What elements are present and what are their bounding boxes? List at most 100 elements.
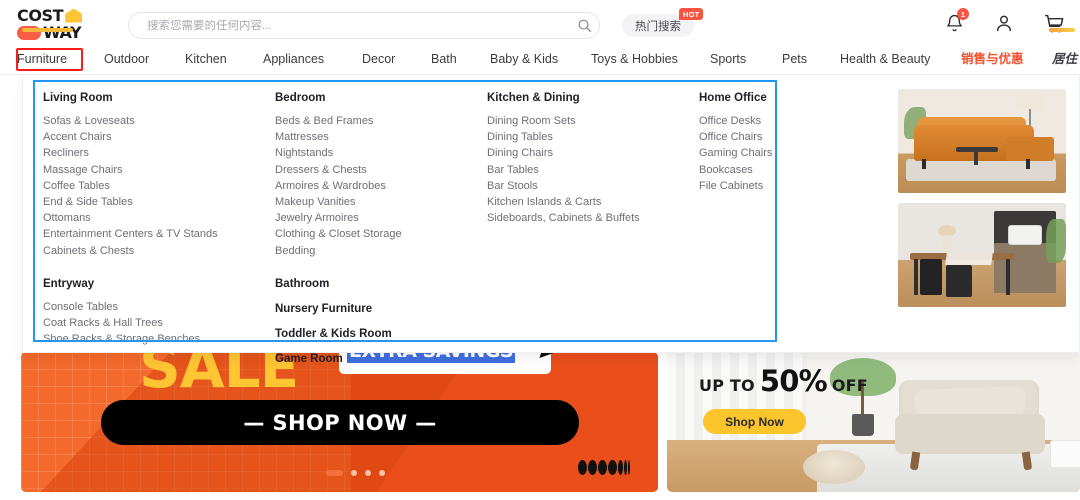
blob xyxy=(624,460,627,475)
active-nav-underline xyxy=(22,28,73,32)
mega-menu-column-2: Bedroom Beds & Bed Frames Mattresses Nights… xyxy=(275,91,487,377)
category-link[interactable]: Coat Racks & Hall Trees xyxy=(43,315,275,331)
carousel-dot-4[interactable] xyxy=(379,470,385,476)
carousel-dot-2[interactable] xyxy=(351,470,357,476)
category-link[interactable]: Office Desks xyxy=(699,113,859,129)
category-link[interactable]: Bar Tables xyxy=(487,162,699,178)
table-runner xyxy=(945,253,993,265)
discount-percent-label: 50% xyxy=(759,364,828,398)
logo-text-cost: COST xyxy=(17,6,64,25)
logo-house-roof-icon xyxy=(65,8,83,23)
carousel-dots[interactable] xyxy=(326,470,385,476)
carousel-dot-1[interactable] xyxy=(326,470,343,476)
plant-decor xyxy=(1046,219,1066,263)
secondary-nav-underline xyxy=(1049,28,1075,32)
category-link[interactable]: Kitchen Islands & Carts xyxy=(487,194,699,210)
category-title-nursery-furniture[interactable]: Nursery Furniture xyxy=(275,302,487,316)
category-link[interactable]: Console Tables xyxy=(43,299,275,315)
logo-top-row: COST xyxy=(17,6,103,25)
nav-item-furniture[interactable]: Furniture xyxy=(17,51,67,67)
nav-item-outdoor[interactable]: Outdoor xyxy=(104,51,149,67)
category-link[interactable]: Bookcases xyxy=(699,162,859,178)
site-header: COST WAY 热门搜索 HOT xyxy=(0,0,1080,47)
category-link[interactable]: Recliners xyxy=(43,145,275,161)
armchair-seat xyxy=(895,414,1045,454)
notifications-button[interactable]: 1 xyxy=(942,8,969,35)
category-link[interactable]: Clothing & Closet Storage xyxy=(275,226,487,242)
coffee-table-leg xyxy=(974,151,978,165)
category-link[interactable]: Dressers & Chests xyxy=(275,162,487,178)
blob xyxy=(578,460,587,475)
nav-item-pets[interactable]: Pets xyxy=(782,51,807,67)
category-link[interactable]: Dining Chairs xyxy=(487,145,699,161)
category-title-bathroom[interactable]: Bathroom xyxy=(275,277,487,291)
category-link[interactable]: Shoe Racks & Storage Benches xyxy=(43,331,275,347)
sofa-leg-left xyxy=(922,159,926,169)
blob xyxy=(588,460,597,475)
nav-item-sports[interactable]: Sports xyxy=(710,51,746,67)
category-link[interactable]: Armoires & Wardrobes xyxy=(275,178,487,194)
category-title-kitchen-dining[interactable]: Kitchen & Dining xyxy=(487,91,699,105)
banner-shop-now-button[interactable]: — SHOP NOW — xyxy=(101,400,579,445)
search-input[interactable] xyxy=(129,19,569,32)
category-title-toddler-kids-room[interactable]: Toddler & Kids Room xyxy=(275,327,487,341)
nav-item-toys-hobbies[interactable]: Toys & Hobbies xyxy=(591,51,678,67)
leather-sectional-sofa-promo[interactable] xyxy=(898,89,1066,193)
category-link[interactable]: Jewelry Armoires xyxy=(275,210,487,226)
category-link[interactable]: Office Chairs xyxy=(699,129,859,145)
shop-now-button[interactable]: Shop Now xyxy=(703,409,806,434)
discount-headline: UP TO 50% OFF xyxy=(699,364,868,398)
category-link[interactable]: Sideboards, Cabinets & Buffets xyxy=(487,210,699,226)
nav-item-baby-kids[interactable]: Baby & Kids xyxy=(490,51,558,67)
mega-menu-promo-images xyxy=(898,89,1066,307)
category-link[interactable]: Bar Stools xyxy=(487,178,699,194)
category-link[interactable]: Nightstands xyxy=(275,145,487,161)
nav-item-kitchen[interactable]: Kitchen xyxy=(185,51,227,67)
category-link[interactable]: Coffee Tables xyxy=(43,178,275,194)
table-leg-left xyxy=(914,259,918,295)
blob xyxy=(618,460,623,475)
category-link[interactable]: Accent Chairs xyxy=(43,129,275,145)
nav-item-item-11[interactable]: 销售与优惠 xyxy=(961,51,1024,67)
category-link[interactable]: Makeup Vanities xyxy=(275,194,487,210)
discount-banner[interactable]: UP TO 50% OFF Shop Now xyxy=(667,352,1080,492)
header-icon-group: 1 xyxy=(942,8,1066,35)
category-link[interactable]: Bedding xyxy=(275,243,487,259)
sofa-leg-right xyxy=(1026,159,1030,169)
category-link[interactable]: Mattresses xyxy=(275,129,487,145)
category-title-game-room[interactable]: Game Room xyxy=(275,352,487,366)
mega-menu-columns: Living Room Sofas & Loveseats Accent Chair… xyxy=(43,91,783,365)
carousel-dot-3[interactable] xyxy=(365,470,371,476)
nav-item-appliances[interactable]: Appliances xyxy=(263,51,324,67)
sofa-chaise xyxy=(1006,137,1054,161)
dining-table-kitchen-promo[interactable] xyxy=(898,203,1066,307)
nav-item-item-12[interactable]: 居住 xyxy=(1052,51,1077,67)
category-link[interactable]: Gaming Chairs xyxy=(699,145,859,161)
category-link[interactable]: Dining Room Sets xyxy=(487,113,699,129)
category-link[interactable]: End & Side Tables xyxy=(43,194,275,210)
category-link[interactable]: File Cabinets xyxy=(699,178,859,194)
category-link[interactable]: Entertainment Centers & TV Stands xyxy=(43,226,275,242)
category-link[interactable]: Beds & Bed Frames xyxy=(275,113,487,129)
category-title-bedroom[interactable]: Bedroom xyxy=(275,91,487,105)
category-link[interactable]: Ottomans xyxy=(43,210,275,226)
search-icon[interactable] xyxy=(569,18,599,33)
search-bar[interactable] xyxy=(128,12,600,39)
dining-chair-1 xyxy=(920,259,942,295)
category-link[interactable]: Dining Tables xyxy=(487,129,699,145)
account-button[interactable] xyxy=(992,11,1016,35)
nav-item-health-beauty[interactable]: Health & Beauty xyxy=(840,51,930,67)
furniture-mega-menu: Living Room Sofas & Loveseats Accent Chair… xyxy=(22,76,1080,365)
category-link[interactable]: Massage Chairs xyxy=(43,162,275,178)
category-title-living-room[interactable]: Living Room xyxy=(43,91,275,105)
nav-item-decor[interactable]: Decor xyxy=(362,51,395,67)
nav-item-bath[interactable]: Bath xyxy=(431,51,457,67)
notification-count-badge: 1 xyxy=(957,8,969,20)
costway-logo[interactable]: COST WAY xyxy=(17,6,103,41)
microwave xyxy=(1008,225,1042,245)
category-title-entryway[interactable]: Entryway xyxy=(43,277,275,291)
category-link[interactable]: Sofas & Loveseats xyxy=(43,113,275,129)
category-title-home-office[interactable]: Home Office xyxy=(699,91,859,105)
category-link[interactable]: Cabinets & Chests xyxy=(43,243,275,259)
